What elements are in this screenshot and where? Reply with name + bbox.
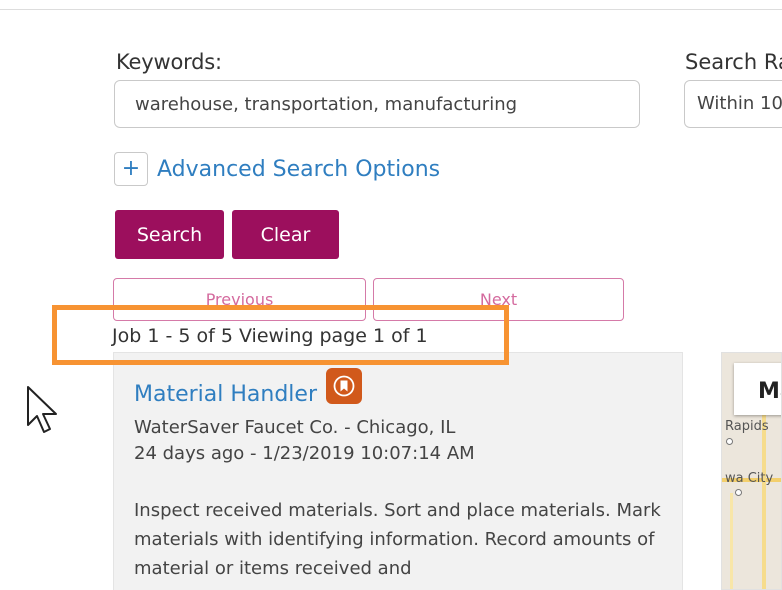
search-button[interactable]: Search <box>115 210 224 259</box>
map-road <box>730 493 733 589</box>
mouse-cursor-icon <box>27 386 57 433</box>
job-title-link[interactable]: Material Handler <box>134 382 317 407</box>
clear-button[interactable]: Clear <box>232 210 339 259</box>
advanced-search-toggle[interactable]: + Advanced Search Options <box>114 151 440 187</box>
job-posted-date: 24 days ago - 1/23/2019 10:07:14 AM <box>134 443 475 464</box>
header-divider <box>0 9 782 10</box>
plus-icon[interactable]: + <box>114 152 148 186</box>
map-type-tab[interactable]: Ma <box>734 363 781 415</box>
bookmark-icon[interactable] <box>326 368 362 404</box>
map-city-label: Rapids <box>725 419 769 434</box>
search-range-select[interactable]: Within 10 <box>684 80 782 128</box>
advanced-search-link[interactable]: Advanced Search Options <box>157 157 440 182</box>
results-count: Job 1 - 5 of 5 Viewing page 1 of 1 <box>112 325 428 347</box>
job-company-location: WaterSaver Faucet Co. - Chicago, IL <box>134 417 456 438</box>
keywords-label: Keywords: <box>116 50 222 74</box>
job-card: Material Handler WaterSaver Faucet Co. -… <box>113 352 683 590</box>
map-city-label: wa City <box>725 471 774 486</box>
search-range-label: Search Ra <box>685 50 782 74</box>
map-city-marker <box>735 489 742 496</box>
keywords-input[interactable] <box>114 80 640 128</box>
map-panel[interactable]: Ma Rapids wa City <box>721 352 782 590</box>
job-description: Inspect received materials. Sort and pla… <box>134 500 661 579</box>
map-road <box>762 413 766 589</box>
map-city-marker <box>726 438 733 445</box>
